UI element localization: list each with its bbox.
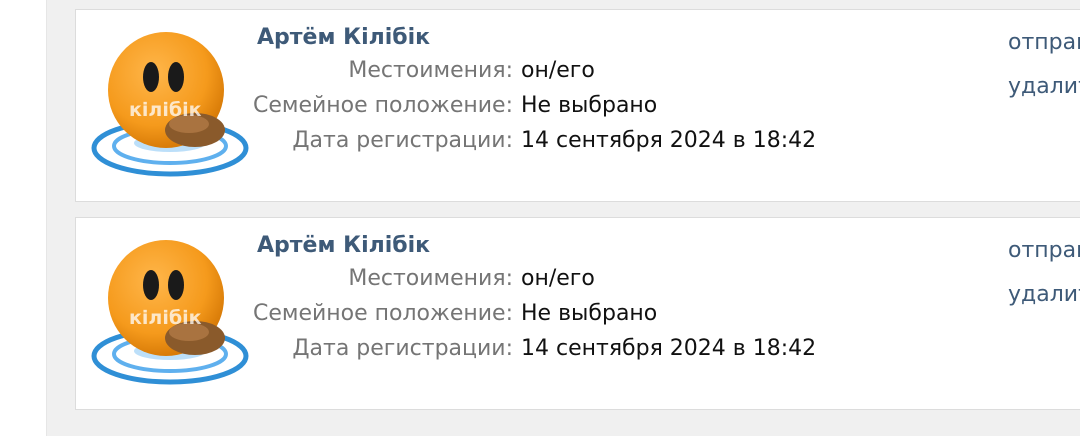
info-row-relationship: Семейное положение: Не выбрано: [76, 301, 836, 331]
relationship-label: Семейное положение:: [252, 93, 513, 118]
send-message-link[interactable]: отправ: [1008, 238, 1080, 263]
registration-value: 14 сентября 2024 в 18:42: [521, 336, 817, 361]
user-name-link[interactable]: Артём Кілібік: [257, 25, 430, 50]
info-row-relationship: Семейное положение: Не выбрано: [76, 93, 836, 123]
remove-link[interactable]: удалит: [1008, 74, 1080, 99]
registration-label: Дата регистрации:: [292, 336, 513, 361]
info-row-pronouns: Местоимения: он/его: [76, 266, 836, 296]
user-list: кілібік Артём Кілібік Местоимения: он/ег…: [47, 0, 1080, 436]
relationship-label: Семейное положение:: [252, 301, 513, 326]
pronouns-value: он/его: [521, 266, 595, 291]
relationship-value: Не выбрано: [521, 301, 658, 326]
left-gutter: [0, 0, 47, 436]
registration-value: 14 сентября 2024 в 18:42: [521, 128, 817, 153]
pronouns-label: Местоимения:: [348, 266, 513, 291]
pronouns-label: Местоимения:: [348, 58, 513, 83]
info-row-pronouns: Местоимения: он/его: [76, 58, 836, 88]
user-card: кілібік Артём Кілібік Местоимения: он/ег…: [75, 9, 1080, 202]
send-message-link[interactable]: отправ: [1008, 30, 1080, 55]
registration-label: Дата регистрации:: [292, 128, 513, 153]
page: кілібік Артём Кілібік Местоимения: он/ег…: [0, 0, 1080, 436]
pronouns-value: он/его: [521, 58, 595, 83]
user-name-link[interactable]: Артём Кілібік: [257, 233, 430, 258]
info-row-registration: Дата регистрации: 14 сентября 2024 в 18:…: [76, 336, 836, 366]
info-row-registration: Дата регистрации: 14 сентября 2024 в 18:…: [76, 128, 836, 158]
user-card: кілібік Артём Кілібік Местоимения: он/ег…: [75, 217, 1080, 410]
remove-link[interactable]: удалит: [1008, 282, 1080, 307]
relationship-value: Не выбрано: [521, 93, 658, 118]
